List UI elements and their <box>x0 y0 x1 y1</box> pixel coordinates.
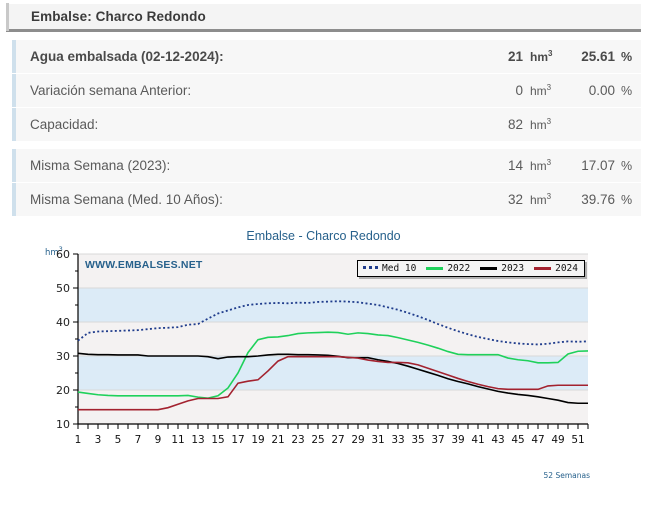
y-axis-tick-label: 50 <box>56 282 70 295</box>
x-axis-tick-label: 35 <box>411 434 424 446</box>
x-axis-tick-label: 7 <box>135 434 142 446</box>
row-unit: hm3 <box>530 192 552 207</box>
row-label: Misma Semana (Med. 10 Años): <box>30 192 223 207</box>
row-value: 82 <box>507 117 523 132</box>
legend-item: 2024 <box>534 263 578 274</box>
row-percent: 17.07 <box>581 158 615 173</box>
x-axis-tick-label: 29 <box>351 434 364 446</box>
table-row: Misma Semana (2023): 14 hm3 17.07% <box>12 149 641 183</box>
row-value: 32 <box>507 192 523 207</box>
legend-swatch-icon <box>426 267 444 270</box>
row-label: Capacidad: <box>30 117 99 132</box>
row-value: 14 <box>507 158 523 173</box>
table-row: Agua embalsada (02-12-2024): 21 hm3 25.61% <box>12 40 641 74</box>
legend-label: Med 10 <box>382 263 417 274</box>
row-percent-symbol: % <box>621 158 633 173</box>
legend-label: 2023 <box>501 263 525 274</box>
x-axis-tick-label: 5 <box>115 434 122 446</box>
legend-label: 2022 <box>447 263 471 274</box>
row-percent-symbol: % <box>621 83 633 98</box>
row-unit: hm3 <box>530 158 552 173</box>
y-axis-tick-label: 60 <box>56 248 70 261</box>
reservoir-data-table: Agua embalsada (02-12-2024): 21 hm3 25.61% V… <box>12 40 641 217</box>
y-axis-tick-label: 10 <box>56 418 70 431</box>
legend-swatch-icon <box>363 265 378 272</box>
row-label: Misma Semana (2023): <box>30 158 171 173</box>
x-axis-tick-label: 41 <box>471 434 484 446</box>
x-axis-tick-label: 31 <box>371 434 384 446</box>
x-axis-tick-label: 27 <box>331 434 344 446</box>
row-unit: hm3 <box>530 117 552 132</box>
row-percent: 0.00 <box>588 83 615 98</box>
row-unit: hm3 <box>530 49 553 64</box>
y-axis-tick-label: 30 <box>56 350 70 363</box>
plot-band <box>78 356 588 390</box>
x-axis-tick-label: 23 <box>291 434 304 446</box>
row-label: Agua embalsada (02-12-2024): <box>30 49 224 64</box>
x-axis-tick-label: 17 <box>231 434 244 446</box>
row-percent: 39.76 <box>581 192 615 207</box>
row-percent-symbol: % <box>621 192 633 207</box>
plot-band <box>78 288 588 322</box>
row-unit: hm3 <box>530 83 552 98</box>
chart-x-axis-caption: 52 Semanas <box>543 471 590 480</box>
legend-swatch-icon <box>534 267 552 270</box>
x-axis-tick-label: 9 <box>155 434 162 446</box>
y-axis-tick-label: 20 <box>56 384 70 397</box>
row-value: 21 <box>507 49 523 64</box>
legend-label: 2024 <box>555 263 578 274</box>
chart-legend: Med 10 2022 2023 2024 <box>357 260 585 277</box>
x-axis-tick-label: 45 <box>511 434 524 446</box>
x-axis-tick-label: 11 <box>171 434 184 446</box>
x-axis-tick-label: 49 <box>551 434 564 446</box>
x-axis-tick-label: 15 <box>211 434 224 446</box>
x-axis-tick-label: 25 <box>311 434 324 446</box>
x-axis-tick-label: 51 <box>571 434 584 446</box>
x-axis-tick-label: 43 <box>491 434 504 446</box>
plot-background <box>78 254 588 424</box>
x-axis-tick-label: 37 <box>431 434 444 446</box>
x-axis-tick-label: 13 <box>191 434 204 446</box>
page-title: Embalse: Charco Redondo <box>31 9 206 24</box>
row-label: Variación semana Anterior: <box>30 83 192 98</box>
chart-watermark: WWW.EMBALSES.NET <box>85 259 203 271</box>
x-axis-tick-label: 3 <box>95 434 102 446</box>
y-axis-tick-label: 40 <box>56 316 70 329</box>
x-axis-tick-label: 47 <box>531 434 544 446</box>
row-value: 0 <box>515 83 523 98</box>
x-axis-tick-label: 39 <box>451 434 464 446</box>
x-axis-tick-label: 21 <box>271 434 284 446</box>
row-percent-symbol: % <box>621 49 633 64</box>
row-percent: 25.61 <box>581 49 615 64</box>
table-row: Misma Semana (Med. 10 Años): 32 hm3 39.76% <box>12 183 641 217</box>
table-row: Variación semana Anterior: 0 hm3 0.00% <box>12 74 641 108</box>
x-axis-tick-label: 1 <box>75 434 82 446</box>
legend-item: Med 10 <box>363 263 416 274</box>
chart-container: Embalse - Charco Redondo hm3 WWW.EMBALSE… <box>0 226 647 484</box>
legend-swatch-icon <box>480 267 498 270</box>
page-header: Embalse: Charco Redondo <box>6 2 641 32</box>
legend-item: 2023 <box>480 263 524 274</box>
x-axis-tick-label: 33 <box>391 434 404 446</box>
x-axis-tick-label: 19 <box>251 434 264 446</box>
table-row: Capacidad: 82 hm3 <box>12 108 641 142</box>
legend-item: 2022 <box>426 263 470 274</box>
